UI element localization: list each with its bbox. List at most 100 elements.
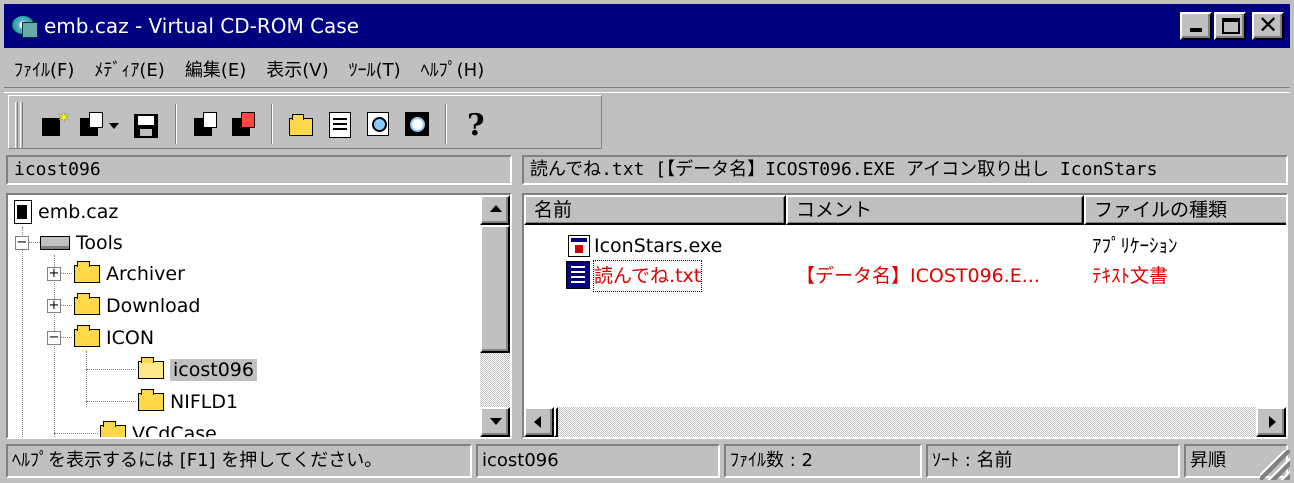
close-button[interactable]: ✕ (1252, 11, 1284, 40)
toolbar-separator (445, 104, 447, 144)
column-header-comment[interactable]: コメント (786, 195, 1084, 225)
tree-node-download[interactable]: Download (74, 291, 200, 321)
tree-node-label: Archiver (106, 263, 185, 285)
tree-node-label: ICON (106, 327, 155, 349)
menu-edit[interactable]: 編集(E) (175, 56, 256, 82)
menu-media[interactable]: ﾒﾃﾞｨｱ(E) (84, 56, 174, 82)
tree-root-node[interactable]: emb.caz (14, 197, 118, 227)
column-header-type[interactable]: ファイルの種類 (1084, 195, 1286, 225)
scroll-thumb[interactable] (554, 407, 558, 437)
folder-tree-pane[interactable]: emb.caz Tools − Archiver + Download + IC… (6, 193, 512, 439)
tree-node-label: Download (106, 295, 201, 317)
maximize-button[interactable] (1214, 12, 1246, 40)
export-button[interactable] (229, 110, 259, 140)
scroll-left-button[interactable] (524, 407, 554, 437)
menu-file[interactable]: ﾌｧｲﾙ(F) (4, 56, 84, 82)
up-folder-button[interactable] (287, 110, 317, 140)
arrow-left-icon (534, 416, 541, 428)
case-file-icon (14, 200, 32, 224)
menu-tools[interactable]: ﾂｰﾙ(T) (339, 56, 411, 82)
folder-icon (100, 421, 126, 437)
find-icon (367, 112, 389, 136)
arrow-up-icon (490, 205, 502, 212)
properties-icon (329, 112, 351, 138)
list-horizontal-scrollbar[interactable] (524, 407, 1286, 437)
scroll-thumb[interactable] (480, 225, 510, 353)
tree-node-label: emb.caz (38, 201, 119, 223)
status-sort-key: ｿｰﾄ : 名前 (926, 444, 1180, 478)
resize-grip-icon[interactable] (1260, 450, 1290, 480)
tree-expand-toggle[interactable]: + (47, 267, 61, 281)
file-info-bar: 読んでね.txt [【データ名】ICOST096.EXE アイコン取り出し Ic… (522, 155, 1288, 185)
file-name: IconStars.exe (594, 235, 723, 257)
minimize-button[interactable] (1180, 12, 1212, 40)
folder-icon (74, 261, 100, 283)
save-icon (134, 114, 158, 138)
tree-collapse-toggle[interactable]: − (15, 236, 29, 250)
find-next-icon (405, 112, 429, 136)
folder-tree: emb.caz Tools − Archiver + Download + IC… (10, 197, 480, 437)
tree-node-icost096[interactable]: icost096 (138, 355, 257, 385)
tree-node-tools[interactable]: Tools (40, 228, 123, 258)
tree-collapse-toggle[interactable]: − (47, 331, 61, 345)
tree-node-nifld1[interactable]: NIFLD1 (138, 387, 238, 417)
save-button[interactable] (131, 110, 161, 140)
window-title: emb.caz - Virtual CD-ROM Case (44, 14, 360, 38)
menu-view[interactable]: 表示(V) (256, 56, 338, 82)
tree-node-vcdcase[interactable]: VCdCase (100, 419, 217, 439)
file-type: ﾃｷｽﾄ文書 (1092, 265, 1169, 287)
help-icon: ? (467, 108, 485, 143)
tree-vertical-scrollbar[interactable] (480, 195, 510, 437)
maximize-icon (1222, 18, 1240, 34)
file-type: ｱﾌﾟﾘｹｰｼｮﾝ (1092, 235, 1178, 257)
caption-buttons: ✕ (1178, 11, 1284, 40)
status-bar: ﾍﾙﾌﾟを表示するには [F1] を押してください。 icost096 ﾌｧｲﾙ… (4, 442, 1290, 480)
toolbar-grip-2[interactable] (20, 102, 23, 148)
find-next-button[interactable] (401, 110, 431, 140)
scroll-up-button[interactable] (480, 195, 510, 225)
app-window: emb.caz - Virtual CD-ROM Case ✕ ﾌｧｲﾙ(F) … (0, 0, 1294, 483)
open-case-button[interactable] (77, 110, 107, 140)
open-folder-icon (138, 357, 164, 379)
menu-bar: ﾌｧｲﾙ(F) ﾒﾃﾞｨｱ(E) 編集(E) 表示(V) ﾂｰﾙ(T) ﾍﾙﾌﾟ… (4, 50, 1290, 88)
minimize-icon (1190, 28, 1202, 32)
toolbar-separator (175, 104, 177, 144)
column-header-name[interactable]: 名前 (524, 195, 786, 225)
tree-node-label: NIFLD1 (170, 391, 239, 413)
open-dropdown-button[interactable] (107, 110, 121, 140)
tree-expand-toggle[interactable]: + (47, 299, 61, 313)
arrow-down-icon (490, 418, 502, 425)
status-help-text: ﾍﾙﾌﾟを表示するには [F1] を押してください。 (6, 444, 472, 478)
help-button[interactable]: ? (461, 108, 491, 143)
tree-node-icon[interactable]: ICON (74, 323, 154, 353)
toolbar-grip[interactable] (15, 102, 18, 148)
scroll-right-button[interactable] (1256, 407, 1286, 437)
folder-icon (74, 325, 100, 347)
arrow-right-icon (1269, 416, 1276, 428)
text-file-icon (566, 261, 590, 289)
scroll-down-button[interactable] (480, 407, 510, 437)
toolbar: ✶ ? (4, 92, 1290, 150)
tree-node-archiver[interactable]: Archiver (74, 259, 185, 289)
cd-case-app-icon[interactable] (10, 12, 40, 40)
new-case-button[interactable]: ✶ (39, 108, 70, 140)
folder-icon (138, 389, 164, 411)
title-bar[interactable]: emb.caz - Virtual CD-ROM Case ✕ (4, 4, 1290, 48)
toolbar-band: ✶ ? (8, 95, 602, 149)
up-folder-icon (289, 114, 313, 136)
menu-help[interactable]: ﾍﾙﾌﾟ(H) (411, 56, 495, 82)
close-icon: ✕ (1257, 11, 1279, 39)
tree-node-label: VCdCase (132, 423, 217, 439)
file-list-pane[interactable]: 名前 コメント ファイルの種類 IconStars.exe ｱﾌﾟﾘｹｰｼｮﾝ … (522, 193, 1288, 439)
find-button[interactable] (363, 110, 393, 140)
file-name: 読んでね.txt (592, 260, 703, 292)
drive-icon (40, 236, 70, 250)
tree-node-label: Tools (76, 232, 123, 254)
chevron-down-icon (109, 123, 119, 129)
file-comment: 【データ名】ICOST096.E... (796, 265, 1040, 287)
status-current-folder: icost096 (476, 444, 720, 478)
status-file-count: ﾌｧｲﾙ数 : 2 (724, 444, 922, 478)
properties-button[interactable] (325, 110, 355, 140)
folder-path-bar: icost096 (6, 155, 512, 185)
import-button[interactable] (191, 110, 221, 140)
